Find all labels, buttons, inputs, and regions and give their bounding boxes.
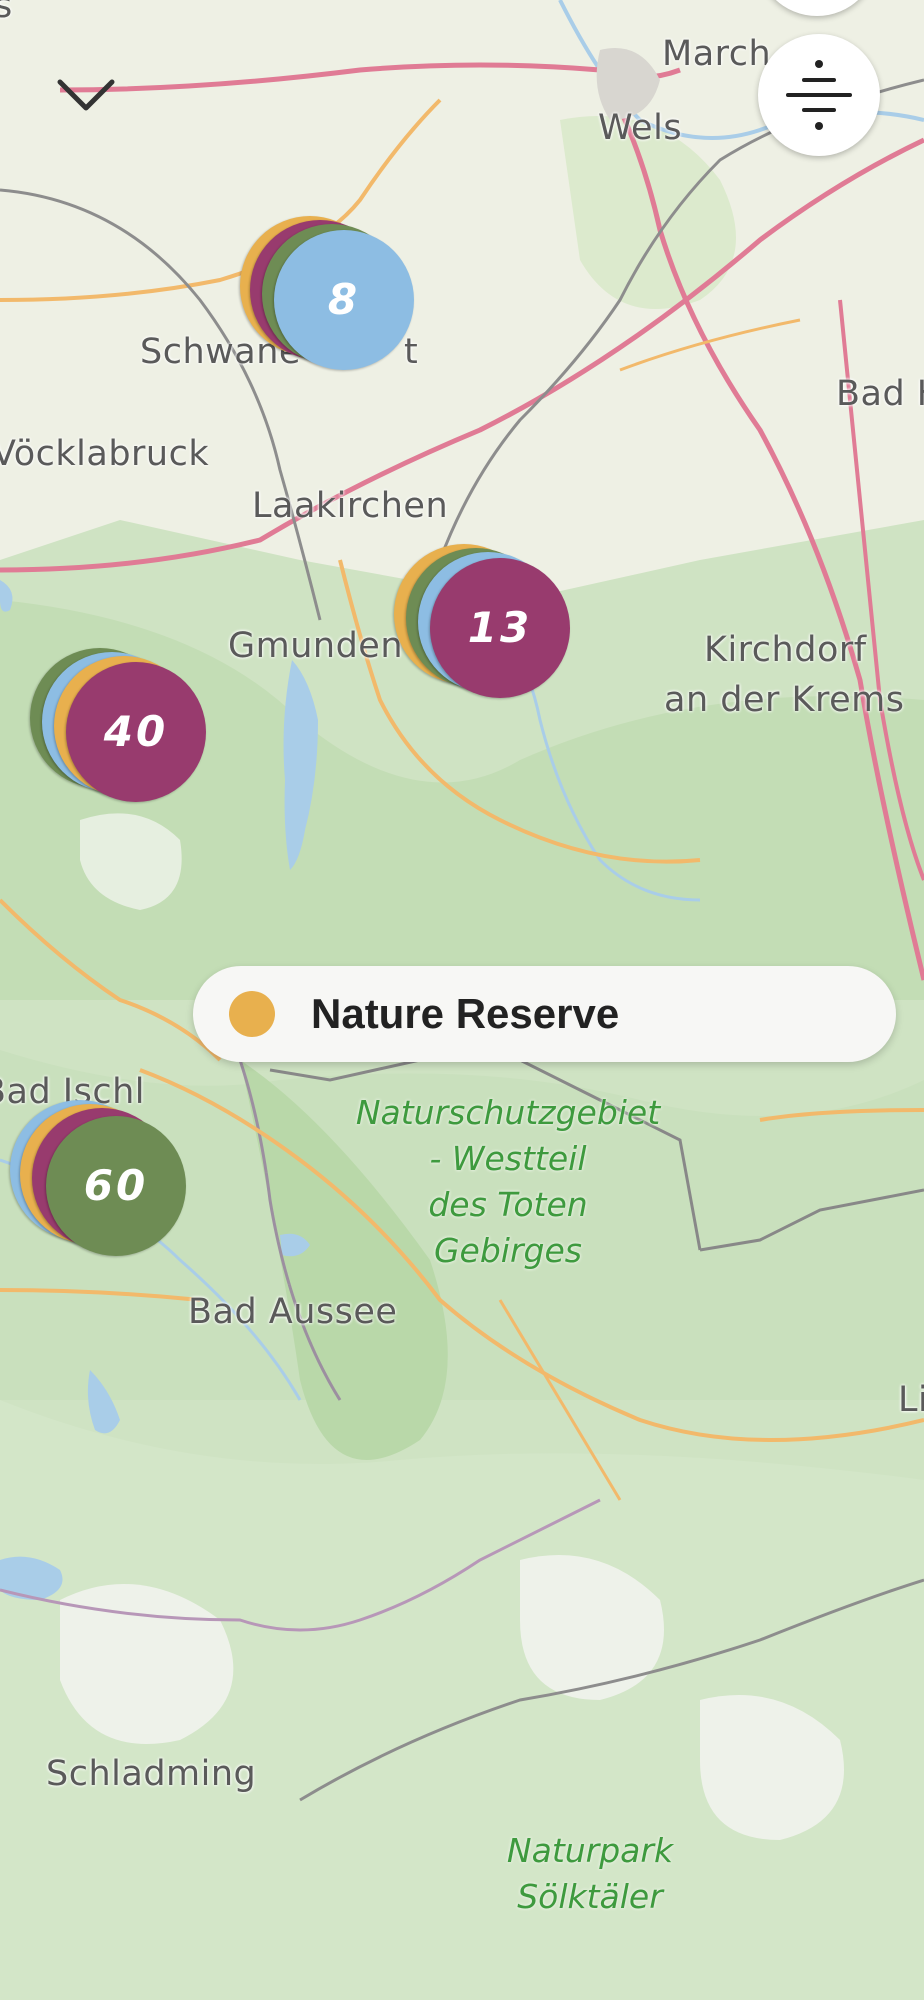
place-label: Bad H [836,374,924,414]
collapse-button[interactable] [46,64,126,124]
place-label: Bad Aussee [188,1292,398,1332]
park-label-line: Gebirges [433,1231,582,1270]
place-label: Schladming [46,1754,257,1794]
filter-lines-icon [786,60,852,130]
filter-button[interactable] [758,34,880,156]
park-label-line: - Westteil [429,1139,587,1178]
legend-item-nature-reserve[interactable]: Nature Reserve [193,966,896,1062]
cluster-marker-60[interactable]: 60 [10,1100,186,1260]
legend-color-dot [229,991,275,1037]
cluster-count: 40 [103,707,169,756]
park-label-line: Sölktäler [517,1877,663,1916]
place-label: March [662,34,772,74]
cluster-count: 60 [83,1161,149,1210]
place-label: s [0,0,13,26]
park-label-line: Naturpark [506,1831,674,1870]
place-label: Vöcklabruck [0,434,210,474]
park-label-line: Naturschutzgebiet [355,1093,661,1132]
park-label-soelktaeler: Naturpark Sölktäler [460,1828,720,1920]
place-label: Gmunden [228,626,404,666]
cluster-marker-8[interactable]: 8 [240,216,414,376]
place-label: Laakirchen [252,486,449,526]
cluster-count: 8 [327,275,361,324]
cluster-marker-13[interactable]: 13 [394,544,570,704]
map-control-button[interactable] [756,0,878,16]
place-label: Kirchdorf [704,630,867,670]
park-label-line: des Toten [428,1185,588,1224]
cluster-marker-40[interactable]: 40 [30,648,206,808]
park-label-totes-gebirge: Naturschutzgebiet - Westteil des Toten G… [318,1090,698,1274]
place-label: Li [898,1380,924,1420]
cluster-count: 13 [467,603,533,652]
filter-lines-icon [756,0,878,16]
legend-label: Nature Reserve [311,990,620,1037]
place-label: Wels [598,108,683,148]
chevron-down-icon [57,79,115,111]
place-label: an der Krems [664,680,905,720]
